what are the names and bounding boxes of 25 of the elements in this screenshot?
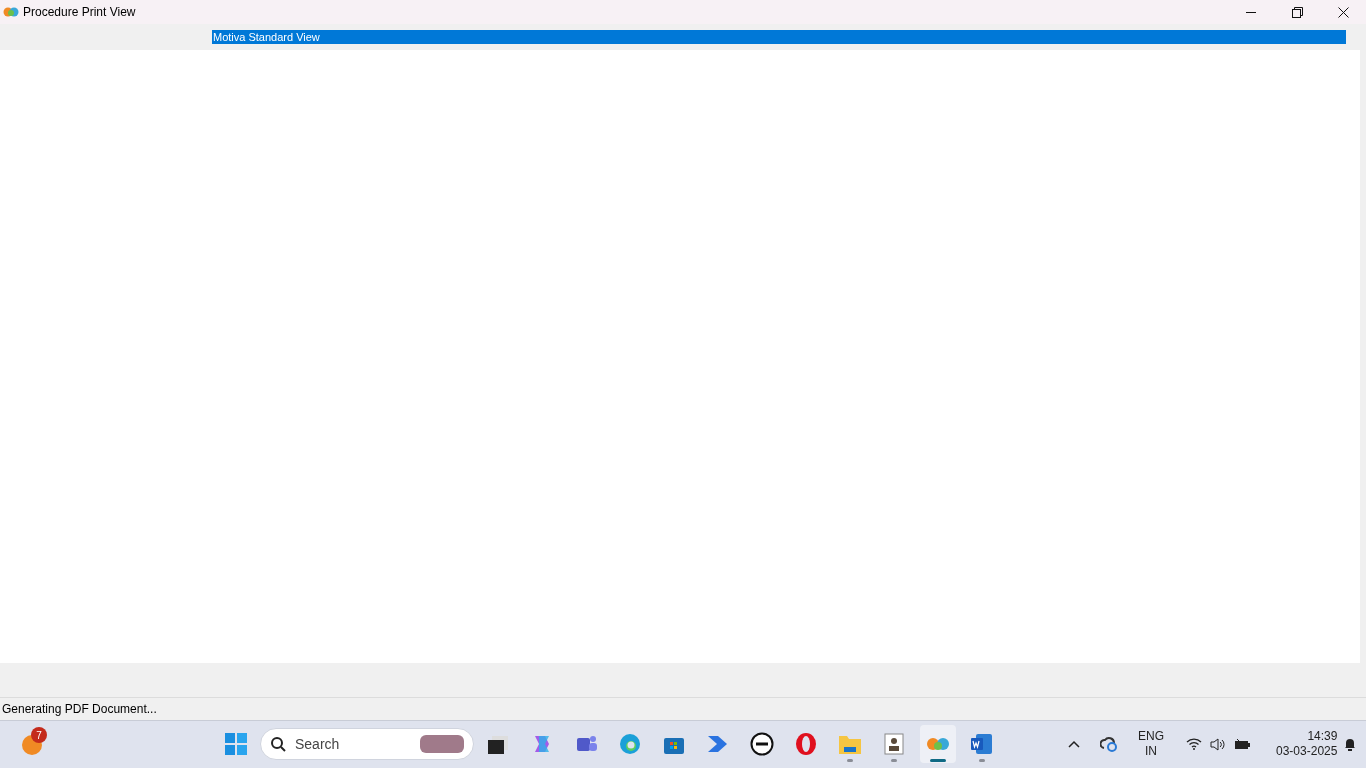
battery-icon[interactable] bbox=[1234, 738, 1250, 750]
region-indicator[interactable]: IN bbox=[1145, 744, 1157, 759]
language-indicator[interactable]: ENG bbox=[1138, 729, 1164, 744]
minimize-icon bbox=[1246, 11, 1256, 13]
edge-icon bbox=[618, 732, 642, 756]
window-title: Procedure Print View bbox=[23, 4, 136, 21]
close-icon bbox=[1337, 6, 1349, 18]
search-icon bbox=[270, 736, 286, 752]
notification-badge: 7 bbox=[31, 727, 47, 743]
cloud-sync-icon[interactable] bbox=[1100, 736, 1118, 752]
hippo-picture bbox=[420, 735, 464, 753]
clock-time[interactable]: 14:39 bbox=[1307, 729, 1338, 744]
wifi-icon[interactable] bbox=[1186, 738, 1202, 750]
opera-o-icon bbox=[794, 732, 818, 756]
windows-logo-icon bbox=[224, 732, 248, 756]
clock-date[interactable]: 03-03-2025 bbox=[1276, 744, 1338, 759]
contact-card-icon bbox=[882, 732, 906, 756]
restore-icon bbox=[1291, 6, 1303, 18]
chevron-up-icon[interactable] bbox=[1068, 740, 1080, 748]
speaker-icon[interactable] bbox=[1210, 737, 1226, 751]
status-text: Generating PDF Document... bbox=[2, 701, 157, 718]
view-list-item[interactable]: Motiva Standard View bbox=[212, 30, 1346, 44]
word-icon bbox=[970, 732, 994, 756]
app-logo-icon bbox=[3, 6, 19, 18]
notification-bell-icon[interactable] bbox=[1343, 737, 1358, 751]
